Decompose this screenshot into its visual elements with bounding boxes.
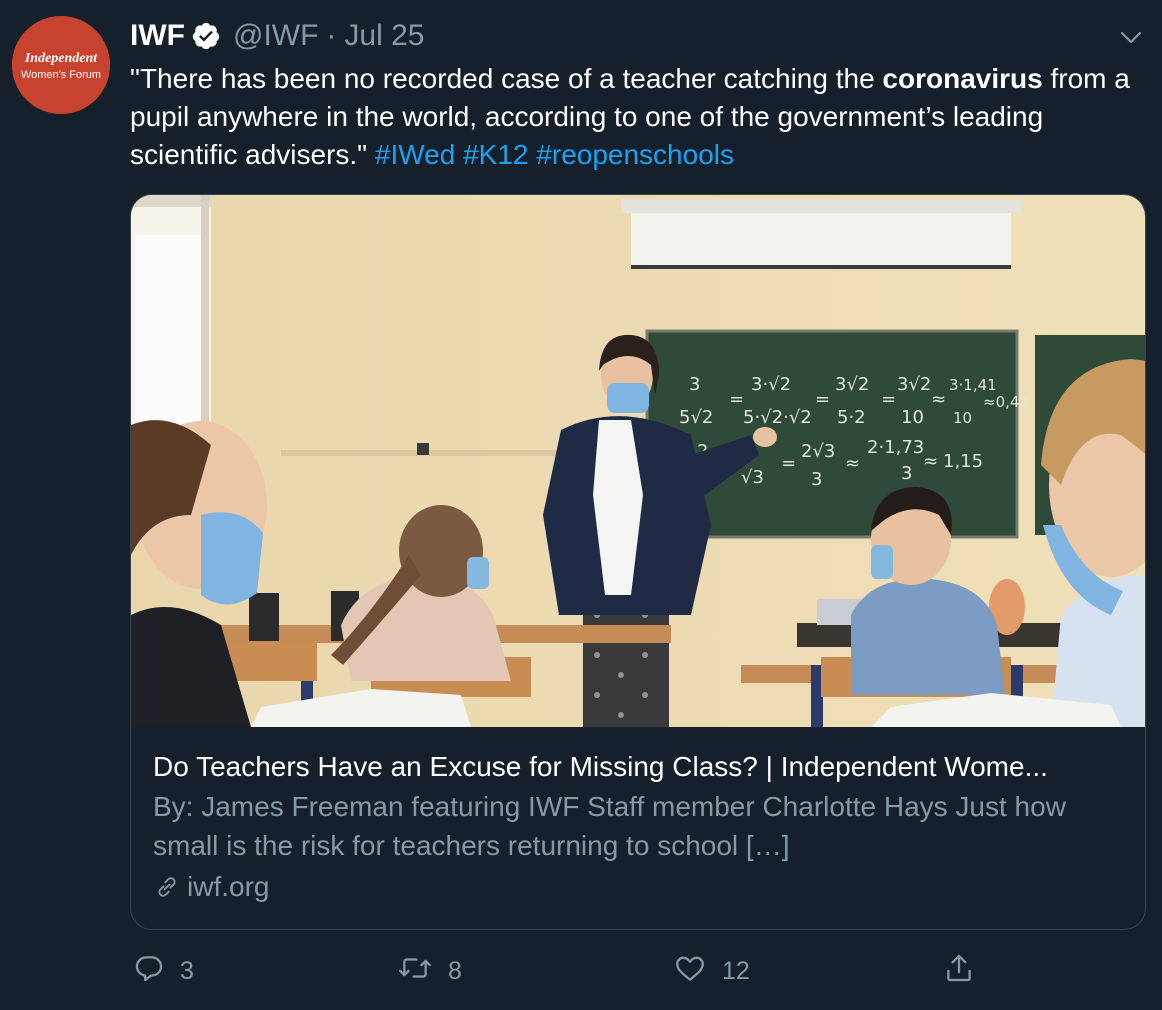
chalk-text: √3 [741,467,764,488]
chalk-text: 3 [811,469,822,490]
classroom-photo: 3 5√2 = 3·√2 5·√2·√2 = 3√2 5·2 = 3√2 10 … [131,195,1145,727]
avatar-text-line2: Women's Forum [21,69,101,81]
like-button[interactable]: 12 [672,948,750,994]
chalk-text: ≈ [845,453,860,474]
like-count: 12 [722,956,750,985]
chalk-text: ≈ [931,389,946,410]
card-title: Do Teachers Have an Excuse for Missing C… [153,751,1048,782]
chalk-text: 5√2 [679,407,713,428]
hashtag-link[interactable]: #IWed [375,139,455,170]
retweet-button[interactable]: 8 [396,948,462,994]
chalk-text: 3·√2 [751,374,791,395]
chevron-down-icon[interactable] [1118,24,1144,50]
tweet-text: "There has been no recorded case of a te… [130,60,1145,174]
link-icon [153,873,181,901]
tweet-text-bold: coronavirus [882,63,1043,94]
chalk-text: 3√2 [897,374,931,395]
header-separator: · [326,19,337,52]
verified-badge-icon [191,21,221,51]
hashtag-link[interactable]: #K12 [463,139,528,170]
hashtag-link[interactable]: #reopenschools [536,139,734,170]
retweet-icon [396,951,434,992]
share-icon [942,950,976,993]
avatar[interactable]: Independent Women's Forum [12,16,110,114]
card-domain: iwf.org [153,867,1128,907]
chalk-text: 2√3 [801,441,835,462]
chalk-text: 3 [689,374,700,395]
chalk-text: 10 [953,409,972,427]
author-handle[interactable]: @IWF [233,14,318,58]
card-image: 3 5√2 = 3·√2 5·√2·√2 = 3√2 5·2 = 3√2 10 … [131,195,1145,727]
chalk-text: ≈0,42 [983,393,1029,411]
reply-count: 3 [180,956,194,985]
card-domain-text: iwf.org [187,871,270,902]
chalk-text: 2·1,73 [867,437,924,458]
tweet-date[interactable]: Jul 25 [344,14,424,58]
reply-button[interactable]: 3 [132,948,194,994]
tweet-text-part1: "There has been no recorded case of a te… [130,63,883,94]
chalk-text: 3·1,41 [949,376,997,394]
chalk-text: ≈ [923,451,938,472]
tweet-header: IWF @IWF · Jul 25 [130,14,1142,58]
iwf-logo: Independent Women's Forum [12,16,110,114]
link-card[interactable]: 3 5√2 = 3·√2 5·√2·√2 = 3√2 5·2 = 3√2 10 … [130,194,1146,930]
chalk-text: = [881,389,896,410]
reply-icon [132,951,166,992]
chalk-text: 5·√2·√2 [743,407,812,428]
like-icon [672,951,708,992]
card-body: Do Teachers Have an Excuse for Missing C… [153,747,1128,907]
chalk-text: 5·2 [837,407,866,428]
chalk-text: 10 [901,407,924,428]
chalk-text: = [815,389,830,410]
avatar-text-line1: Independent [24,51,98,66]
share-button[interactable] [942,948,976,994]
author-name[interactable]: IWF [130,14,185,58]
tweet-actions: 3 8 12 [130,948,1146,994]
card-description: By: James Freeman featuring IWF Staff me… [153,791,1066,861]
chalk-text: 3√2 [835,374,869,395]
chalk-text: 3 [901,463,912,484]
chalk-text: = [781,453,796,474]
chalk-text: = [729,389,744,410]
retweet-count: 8 [448,956,462,985]
chalk-text: 1,15 [943,451,983,472]
